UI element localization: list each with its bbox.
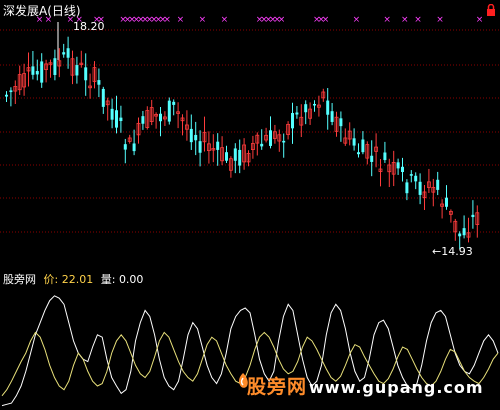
watermark-url: www.gupang.com xyxy=(309,378,484,397)
candle-body xyxy=(233,148,237,161)
candle-body xyxy=(339,118,343,127)
candle-body xyxy=(330,111,334,122)
candle-body xyxy=(189,128,193,143)
candle-body xyxy=(405,182,409,194)
signal-marker: × xyxy=(221,15,229,25)
candle-body xyxy=(40,61,44,83)
candle-body xyxy=(53,58,57,75)
candle-body xyxy=(352,138,356,146)
period-high-label: 18.20 xyxy=(73,20,105,33)
candle-body xyxy=(401,166,404,173)
signal-marker: × xyxy=(199,15,207,25)
candle-body xyxy=(159,113,162,122)
signal-marker: × xyxy=(177,15,185,25)
candle-body xyxy=(119,117,123,122)
signal-marker: × xyxy=(322,15,330,25)
candle-body xyxy=(471,214,475,218)
candle-body xyxy=(396,162,400,169)
candle-body xyxy=(414,175,418,182)
candle-body xyxy=(436,179,440,190)
signal-marker: × xyxy=(476,15,484,25)
signal-marker: × xyxy=(436,15,444,25)
candle-body xyxy=(383,152,387,161)
candle-body xyxy=(313,103,316,106)
candle-body xyxy=(198,141,202,153)
candle-body xyxy=(194,134,198,141)
candle-body xyxy=(9,90,13,93)
candle-body xyxy=(31,66,35,75)
candle-body xyxy=(115,110,118,128)
kline-svg: × × × × ×× ××××××××××× × × × ×××××× ××× × × × × × × xyxy=(0,15,500,250)
candle-body xyxy=(84,67,88,81)
signal-marker: × xyxy=(401,15,409,25)
candle-body xyxy=(238,149,242,166)
candle-body xyxy=(304,104,308,113)
candle-body xyxy=(269,130,272,146)
candle-body xyxy=(35,71,39,75)
watermark: 股旁网 www.gupang.com xyxy=(247,372,484,399)
candle-body xyxy=(110,108,114,120)
candle-body xyxy=(291,112,294,129)
candle-body xyxy=(445,197,448,207)
candle-body xyxy=(62,52,66,55)
candle-body xyxy=(409,174,413,176)
candle-body xyxy=(216,141,220,150)
candle-body xyxy=(66,48,70,58)
lock-icon[interactable] xyxy=(486,4,496,16)
candle-body xyxy=(132,143,136,152)
kline-chart[interactable]: × × × × × × × × × × × × × × × × × × × × × × × × × × × × × × × × × × × xyxy=(0,0,500,262)
candle-body xyxy=(326,100,330,115)
candle-body xyxy=(101,88,105,107)
candle-body xyxy=(462,228,466,236)
signal-marker: × xyxy=(383,15,391,25)
chart-title: 深发展A(日线) xyxy=(3,4,81,18)
period-low-label: ←14.93 xyxy=(432,245,473,258)
candle-body xyxy=(260,143,264,147)
candle-body xyxy=(172,101,176,105)
candle-body xyxy=(357,152,360,155)
candle-body xyxy=(123,144,127,150)
signal-marker: × xyxy=(353,15,361,25)
candle-body xyxy=(370,155,374,162)
candle-body xyxy=(141,116,145,124)
candle-body xyxy=(5,94,8,97)
candle-body xyxy=(458,233,462,237)
candle-body xyxy=(418,181,422,195)
candle-body xyxy=(361,139,365,153)
signal-marker: × xyxy=(278,15,286,25)
candle-body xyxy=(167,100,171,122)
watermark-text: 股旁网 xyxy=(247,376,308,398)
candle-body xyxy=(75,65,79,76)
candle-body xyxy=(282,140,286,143)
candle-body xyxy=(225,152,228,161)
signal-marker: × xyxy=(163,15,171,25)
candle-body xyxy=(295,112,299,115)
candle-body xyxy=(97,80,101,85)
signal-marker: × xyxy=(414,15,422,25)
